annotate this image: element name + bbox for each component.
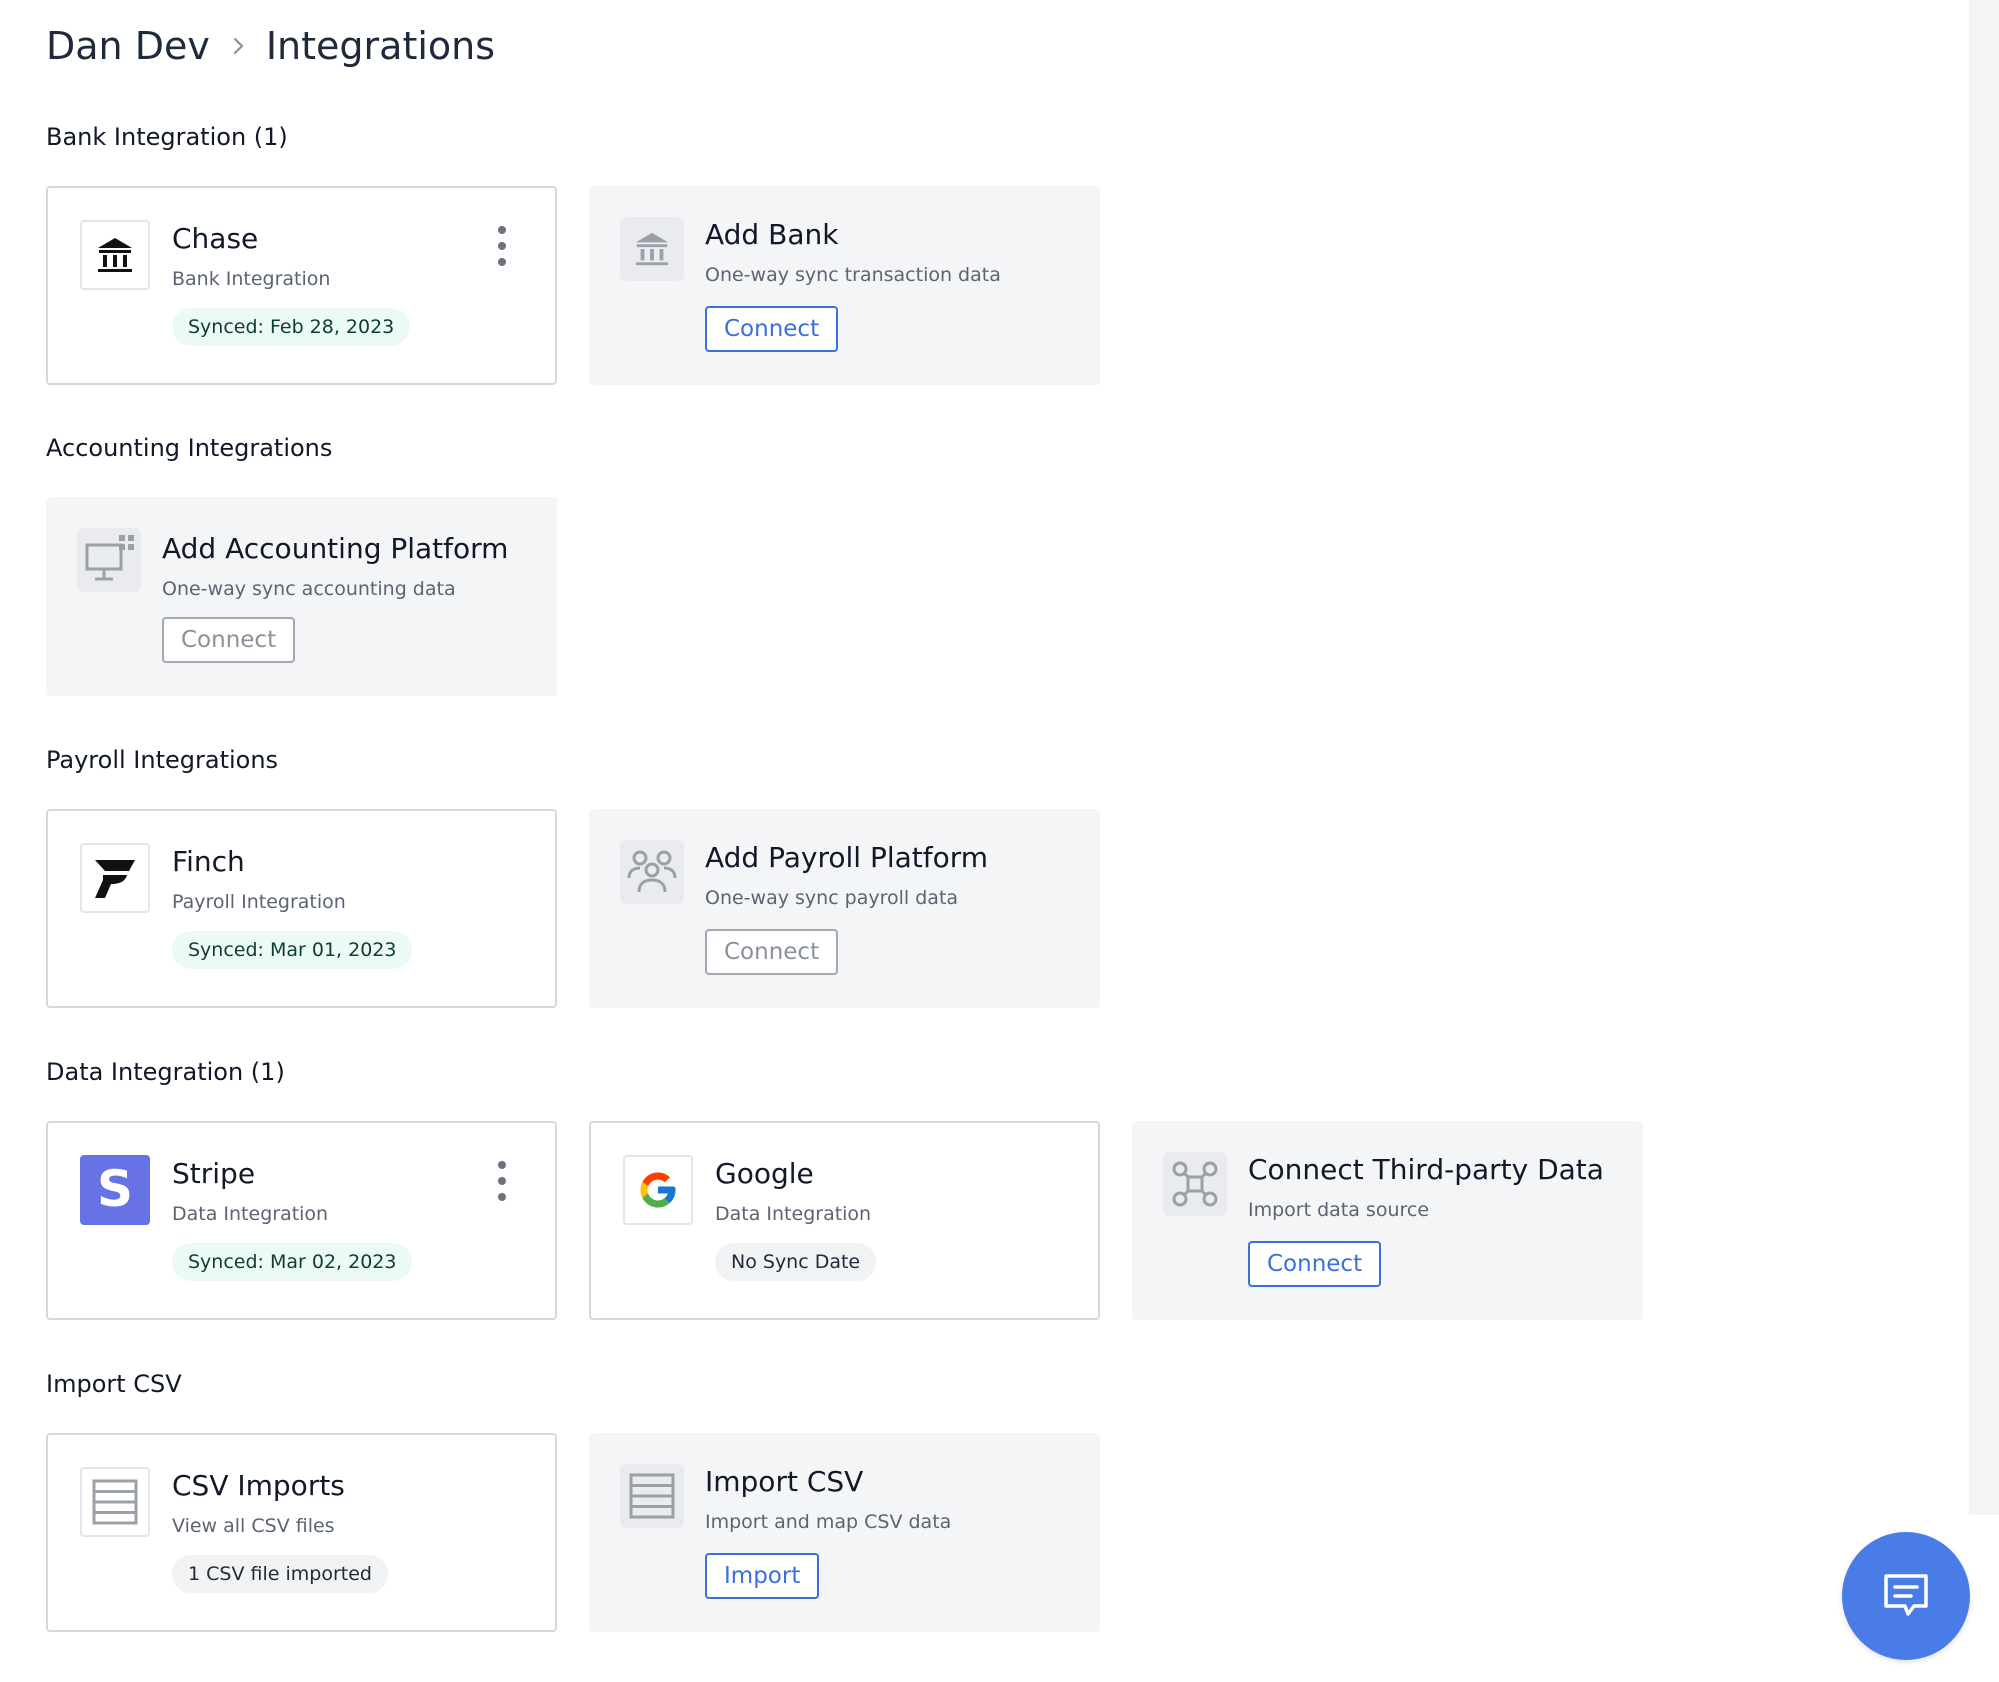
add-payroll-card: Add Payroll Platform One-way sync payrol… bbox=[589, 809, 1100, 1008]
connect-accounting-button[interactable]: Connect bbox=[162, 617, 296, 663]
integration-type: View all CSV files bbox=[172, 1515, 335, 1537]
integration-name: Chase bbox=[172, 222, 259, 255]
section-title-csv: Import CSV bbox=[46, 1370, 182, 1398]
section-title-accounting: Accounting Integrations bbox=[46, 434, 333, 462]
connect-third-party-card: Connect Third-party Data Import data sou… bbox=[1132, 1121, 1643, 1320]
integration-type: Payroll Integration bbox=[172, 891, 346, 913]
bank-icon bbox=[620, 217, 684, 281]
integration-card-finch[interactable]: Finch Payroll Integration Synced: Mar 01… bbox=[46, 809, 557, 1008]
integration-name: CSV Imports bbox=[172, 1469, 345, 1502]
add-card-title: Add Payroll Platform bbox=[705, 841, 989, 874]
table-icon bbox=[620, 1464, 684, 1528]
connect-third-party-button[interactable]: Connect bbox=[1248, 1241, 1382, 1287]
section-title-data: Data Integration (1) bbox=[46, 1058, 285, 1086]
breadcrumb-parent[interactable]: Dan Dev bbox=[46, 24, 210, 68]
integration-name: Stripe bbox=[172, 1157, 256, 1190]
csv-count-badge: 1 CSV file imported bbox=[172, 1555, 388, 1593]
users-icon bbox=[620, 840, 684, 904]
chat-icon bbox=[1884, 1574, 1928, 1616]
more-options-icon[interactable] bbox=[490, 1161, 514, 1201]
integration-type: Data Integration bbox=[172, 1203, 329, 1225]
chat-button[interactable] bbox=[1842, 1532, 1970, 1660]
right-side-strip-lower bbox=[1969, 1515, 1999, 1682]
integration-name: Finch bbox=[172, 845, 245, 878]
integration-card-google[interactable]: Google Data Integration No Sync Date bbox=[589, 1121, 1100, 1320]
stripe-logo: S bbox=[80, 1155, 150, 1225]
add-card-subtitle: Import data source bbox=[1248, 1199, 1430, 1221]
add-card-subtitle: One-way sync accounting data bbox=[162, 578, 456, 600]
breadcrumb: Dan Dev Integrations bbox=[46, 16, 495, 76]
connect-payroll-button[interactable]: Connect bbox=[705, 929, 839, 975]
sync-status-badge: Synced: Mar 01, 2023 bbox=[172, 931, 413, 969]
sync-status-badge: Synced: Mar 02, 2023 bbox=[172, 1243, 413, 1281]
integration-name: Google bbox=[715, 1157, 814, 1190]
integration-card-csv-imports[interactable]: CSV Imports View all CSV files 1 CSV fil… bbox=[46, 1433, 557, 1632]
more-options-icon[interactable] bbox=[490, 226, 514, 266]
table-icon bbox=[80, 1467, 150, 1537]
import-csv-card: Import CSV Import and map CSV data Impor… bbox=[589, 1433, 1100, 1632]
stripe-logo-letter: S bbox=[96, 1160, 133, 1218]
add-card-title: Import CSV bbox=[705, 1465, 864, 1498]
right-side-strip bbox=[1969, 0, 1999, 1515]
sync-status-badge: Synced: Feb 28, 2023 bbox=[172, 308, 411, 346]
chevron-right-icon bbox=[210, 26, 266, 66]
sync-status-badge: No Sync Date bbox=[715, 1243, 877, 1281]
section-title-payroll: Payroll Integrations bbox=[46, 746, 279, 774]
google-logo bbox=[623, 1155, 693, 1225]
add-accounting-card: Add Accounting Platform One-way sync acc… bbox=[46, 497, 557, 696]
add-card-subtitle: One-way sync transaction data bbox=[705, 264, 1001, 286]
section-title-bank: Bank Integration (1) bbox=[46, 123, 288, 151]
monitor-icon bbox=[77, 528, 141, 592]
add-card-title: Add Bank bbox=[705, 218, 839, 251]
integration-type: Data Integration bbox=[715, 1203, 872, 1225]
add-bank-card: Add Bank One-way sync transaction data C… bbox=[589, 186, 1100, 385]
breadcrumb-current: Integrations bbox=[265, 24, 496, 68]
add-card-subtitle: Import and map CSV data bbox=[705, 1511, 952, 1533]
integration-card-stripe[interactable]: S Stripe Data Integration Synced: Mar 02… bbox=[46, 1121, 557, 1320]
add-card-title: Add Accounting Platform bbox=[162, 532, 509, 565]
finch-logo bbox=[80, 843, 150, 913]
add-card-title: Connect Third-party Data bbox=[1248, 1153, 1604, 1186]
integration-type: Bank Integration bbox=[172, 268, 331, 290]
connect-bank-button[interactable]: Connect bbox=[705, 306, 839, 352]
integration-card-chase[interactable]: Chase Bank Integration Synced: Feb 28, 2… bbox=[46, 186, 557, 385]
add-card-subtitle: One-way sync payroll data bbox=[705, 887, 959, 909]
bank-icon bbox=[80, 220, 150, 290]
network-icon bbox=[1163, 1152, 1227, 1216]
import-csv-button[interactable]: Import bbox=[705, 1553, 820, 1599]
